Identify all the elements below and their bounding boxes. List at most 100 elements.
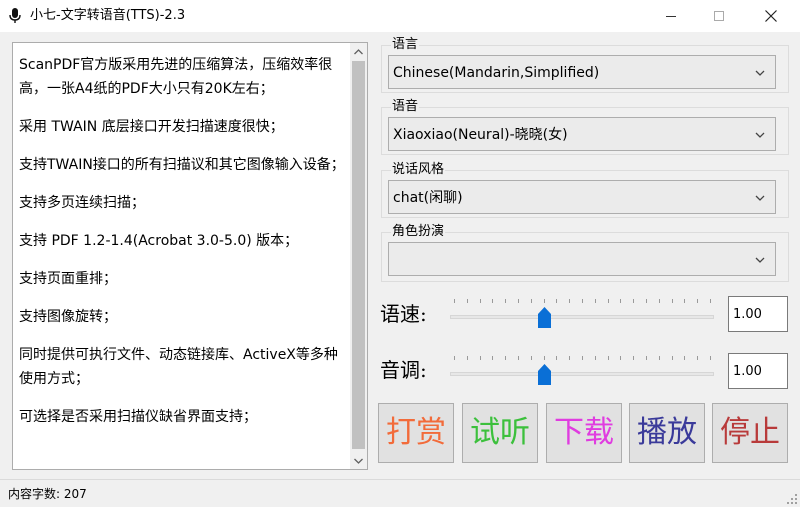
resize-grip-icon[interactable] [786,493,798,505]
scroll-down-button[interactable] [350,452,367,469]
status-bar: 内容字数: 207 [0,479,800,507]
slider-tick [479,299,481,303]
maximize-button[interactable] [696,0,742,32]
slider-tick [543,356,545,360]
style-value: chat(闲聊) [393,190,463,206]
slider-tick [492,299,494,303]
role-group: 角色扮演 [381,224,789,282]
pitch-value: 1.00 [733,364,762,379]
rate-input[interactable]: 1.00 [728,296,788,332]
scroll-up-button[interactable] [350,43,367,60]
pitch-label: 音调: [380,358,427,382]
slider-tick [582,356,583,360]
voice-label: 语音 [391,99,420,115]
minimize-icon [666,15,676,17]
slider-tick [505,299,507,303]
slider-tick [620,356,622,360]
close-button[interactable] [748,0,794,32]
slider-tick [582,299,583,303]
slider-tick [658,299,660,303]
language-label: 语言 [391,37,420,53]
slider-tick [697,299,699,303]
role-select[interactable] [388,242,776,276]
slider-tick [556,356,558,360]
chevron-down-icon [755,132,765,138]
pitch-slider[interactable] [450,353,714,389]
language-group: 语言 Chinese(Mandarin,Simplified) [381,37,789,93]
slider-tick [607,356,609,360]
text-input-area[interactable]: ScanPDF官方版采用先进的压缩算法，压缩效率很高，一张A4纸的PDF大小只有… [12,42,368,470]
rate-slider-track [450,315,714,319]
microphone-icon [9,8,21,23]
slider-tick [684,299,686,303]
role-label: 角色扮演 [391,224,446,240]
minimize-button[interactable] [648,0,694,32]
maximize-icon [714,11,724,21]
slider-tick [633,299,635,303]
text-paragraph: 采用 TWAIN 底层接口开发扫描速度很快； [19,119,284,135]
slider-tick [543,299,545,303]
text-paragraph: ScanPDF官方版采用先进的压缩算法，压缩效率很高，一张A4纸的PDF大小只有… [19,57,333,97]
pitch-input[interactable]: 1.00 [728,353,788,389]
text-paragraph: 同时提供可执行文件、动态链接库、ActiveX等多种使用方式； [19,347,338,387]
text-content: ScanPDF官方版采用先进的压缩算法，压缩效率很高，一张A4纸的PDF大小只有… [19,53,345,443]
slider-tick [710,299,711,303]
pitch-slider-thumb[interactable] [538,364,551,385]
title-bar: 小七-文字转语音(TTS)-2.3 [0,0,800,32]
rate-label: 语速: [380,302,427,326]
char-count: 内容字数: 207 [8,487,87,501]
slider-tick [454,299,455,303]
text-paragraph: 支持页面重排； [19,271,117,287]
text-paragraph: 可选择是否采用扫描仪缺省界面支持； [19,409,257,425]
window-title: 小七-文字转语音(TTS)-2.3 [30,8,186,23]
slider-tick [454,356,455,360]
scroll-thumb[interactable] [352,61,365,449]
chevron-down-icon [755,70,765,76]
text-paragraph: 支持多页连续扫描； [19,195,145,211]
slider-tick [530,356,532,360]
text-paragraph: 支持TWAIN接口的所有扫描议和其它图像输入设备； [19,157,345,173]
slider-tick [479,356,481,360]
style-group: 说话风格 chat(闲聊) [381,162,789,218]
slider-tick [607,299,609,303]
slider-tick [710,356,711,360]
slider-tick [671,356,673,360]
slider-tick [658,356,660,360]
vertical-scrollbar[interactable] [350,43,367,469]
slider-tick [530,299,532,303]
chevron-up-icon [354,48,363,54]
slider-tick [620,299,622,303]
slider-tick [646,356,647,360]
chevron-down-icon [755,257,765,263]
voice-select[interactable]: Xiaoxiao(Neural)-晓晓(女) [388,117,776,151]
slider-tick [671,299,673,303]
style-label: 说话风格 [391,162,446,178]
download-button[interactable]: 下载 [546,403,622,463]
chevron-down-icon [755,195,765,201]
stop-button[interactable]: 停止 [712,403,788,463]
slider-tick [556,299,558,303]
slider-tick [594,356,596,360]
slider-tick [684,356,686,360]
preview-button[interactable]: 试听 [462,403,538,463]
slider-tick [492,356,494,360]
rate-value: 1.00 [733,307,762,322]
language-select[interactable]: Chinese(Mandarin,Simplified) [388,55,776,89]
pitch-slider-track [450,372,714,376]
slider-tick [697,356,699,360]
language-value: Chinese(Mandarin,Simplified) [393,65,600,81]
close-icon [765,10,777,22]
slider-tick [518,356,519,360]
slider-tick [594,299,596,303]
slider-tick [518,299,519,303]
rate-slider[interactable] [450,296,714,332]
slider-tick [646,299,647,303]
play-button[interactable]: 播放 [629,403,705,463]
voice-value: Xiaoxiao(Neural)-晓晓(女) [393,127,568,143]
slider-tick [569,299,571,303]
slider-tick [569,356,571,360]
text-paragraph: 支持 PDF 1.2-1.4(Acrobat 3.0-5.0) 版本； [19,233,299,249]
rate-slider-thumb[interactable] [538,307,551,328]
reward-button[interactable]: 打赏 [378,403,454,463]
style-select[interactable]: chat(闲聊) [388,180,776,214]
